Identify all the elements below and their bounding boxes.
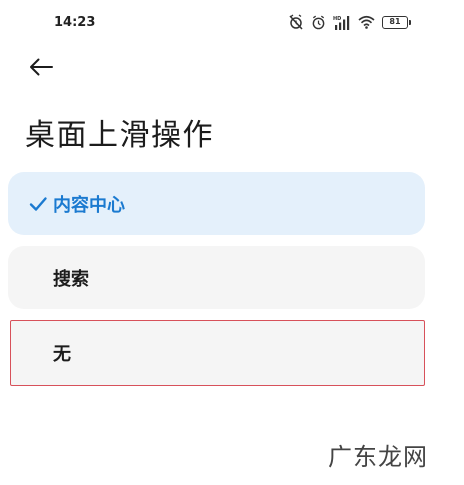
wifi-icon xyxy=(358,15,375,29)
watermark: 广东龙网 xyxy=(328,443,428,471)
check-icon xyxy=(28,195,48,213)
alarm-clock-icon xyxy=(311,15,326,30)
option-label: 内容中心 xyxy=(53,194,125,216)
option-label: 无 xyxy=(53,344,71,365)
page-title: 桌面上滑操作 xyxy=(25,118,214,153)
arrow-left-icon xyxy=(28,57,54,81)
signal-hd-icon: HD xyxy=(333,15,351,30)
alarm-off-icon xyxy=(288,14,304,30)
status-time: 14:23 xyxy=(54,15,96,30)
option-none[interactable]: 无 xyxy=(10,320,425,386)
back-button[interactable] xyxy=(24,54,58,84)
status-icons: HD 81 xyxy=(288,13,411,31)
option-label: 搜索 xyxy=(53,268,89,290)
option-search[interactable]: 搜索 xyxy=(8,246,425,309)
battery-icon: 81 xyxy=(382,15,411,29)
option-content-center[interactable]: 内容中心 xyxy=(8,172,425,235)
svg-text:HD: HD xyxy=(333,16,341,22)
status-bar: 14:23 HD 81 xyxy=(0,0,464,46)
